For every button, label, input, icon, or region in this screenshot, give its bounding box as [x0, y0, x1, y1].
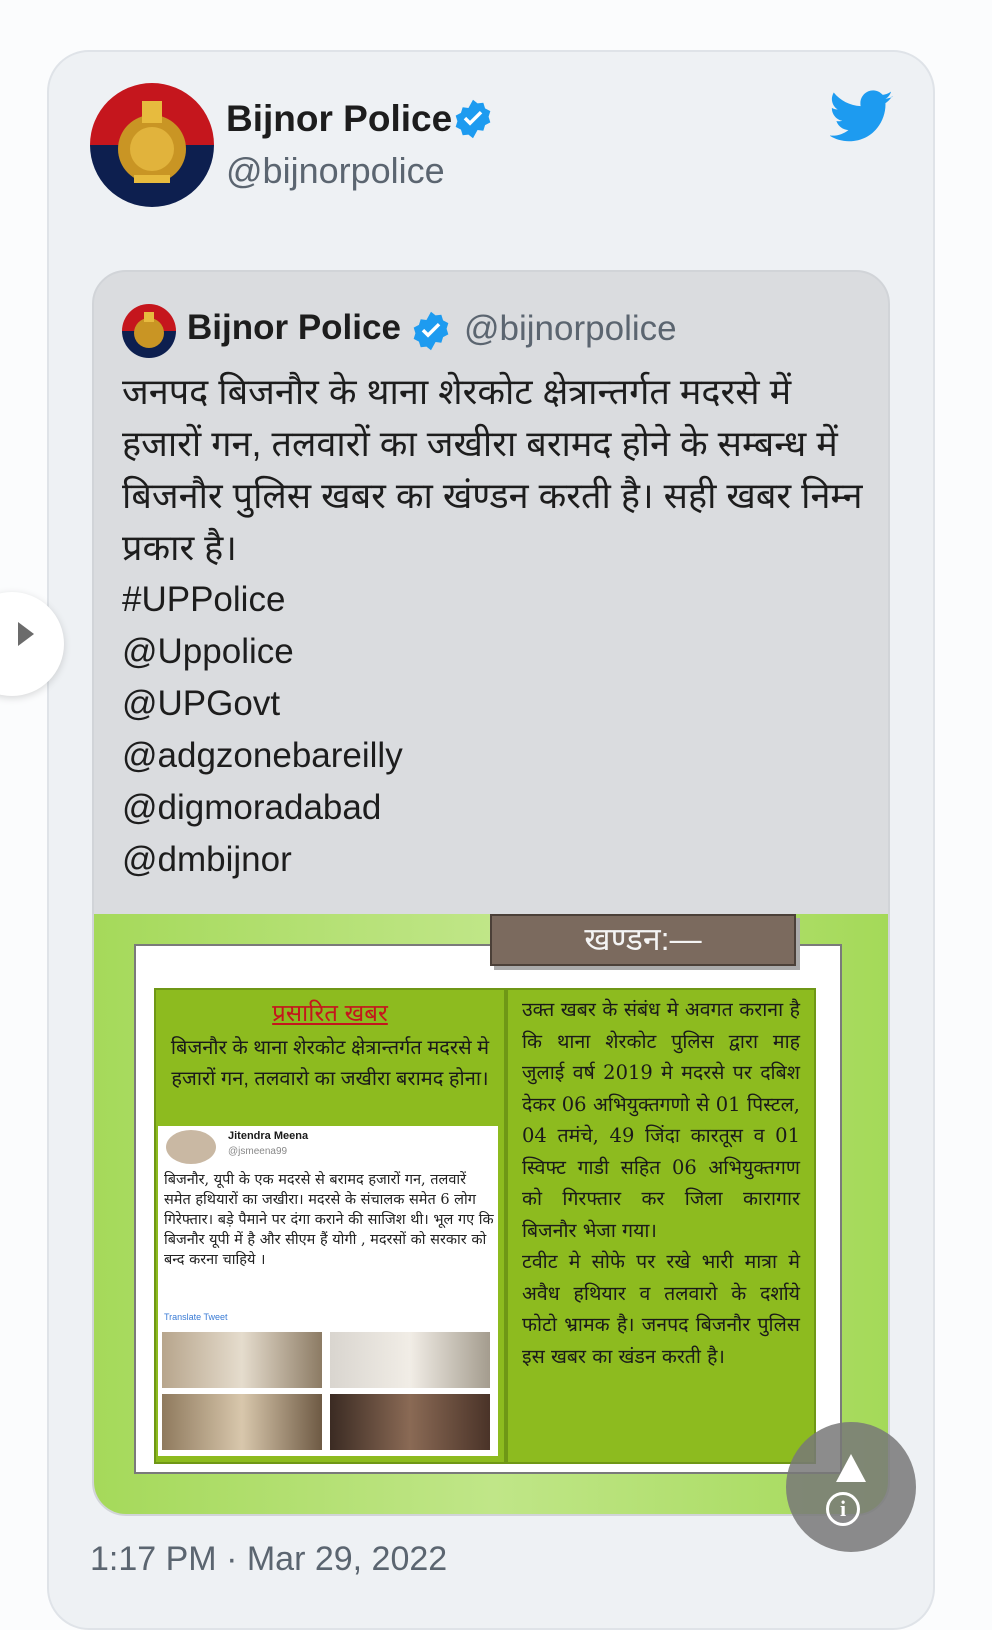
tag-link[interactable]: #UPPolice	[122, 574, 403, 626]
screenshot-text: बिजनौर, यूपी के एक मदरसे से बरामद हजारों…	[164, 1172, 494, 1268]
tag-link[interactable]: @Uppolice	[122, 626, 403, 678]
tag-link[interactable]: @UPGovt	[122, 678, 403, 730]
scroll-up-icon[interactable]	[836, 1454, 866, 1482]
quoted-tags: #UPPolice @Uppolice @UPGovt @adgzonebare…	[122, 574, 403, 886]
verified-badge-icon	[413, 311, 449, 351]
translate-link: Translate Tweet	[164, 1312, 228, 1322]
attached-image[interactable]: खण्डन:— प्रसारित खबर बिजनौर के थाना शेरक…	[94, 914, 888, 1514]
clarification-text-1: उक्त खबर के संबंध मे अवगत कराना है कि था…	[522, 998, 800, 1242]
author-name[interactable]: Bijnor Police	[226, 98, 452, 140]
author-handle[interactable]: @bijnorpolice	[226, 150, 445, 192]
tag-link[interactable]: @adgzonebareilly	[122, 730, 403, 782]
tag-link[interactable]: @digmoradabad	[122, 782, 403, 834]
broadcast-title: प्रसारित खबर	[272, 1000, 388, 1027]
photo-thumbnail	[162, 1332, 322, 1388]
floating-action-button[interactable]: i	[786, 1422, 916, 1552]
twitter-bird-icon[interactable]	[830, 90, 894, 144]
author-avatar[interactable]	[90, 83, 214, 207]
tweet-timestamp[interactable]: 1:17 PM · Mar 29, 2022	[90, 1540, 447, 1579]
info-icon[interactable]: i	[826, 1492, 860, 1526]
quoted-tweet[interactable]: Bijnor Police @bijnorpolice जनपद बिजनौर …	[92, 270, 890, 1516]
photo-thumbnail	[330, 1394, 490, 1450]
play-arrow-icon	[18, 622, 34, 646]
tweet-screenshot: Jitendra Meena @jsmeena99 बिजनौर, यूपी क…	[158, 1126, 498, 1456]
quoted-author-name: Bijnor Police	[187, 308, 401, 347]
verified-badge-icon	[455, 99, 491, 139]
broadcast-headline: बिजनौर के थाना शेरकोट क्षेत्रान्तर्गत मद…	[170, 1037, 490, 1090]
tag-link[interactable]: @dmbijnor	[122, 834, 403, 886]
clarification-panel: उक्त खबर के संबंध मे अवगत कराना है कि था…	[506, 988, 816, 1464]
quoted-text: जनपद बिजनौर के थाना शेरकोट क्षेत्रान्तर्…	[122, 371, 863, 568]
quoted-author-handle: @bijnorpolice	[464, 309, 677, 348]
clarification-text-2: टवीट मे सोफे पर रखे भारी मात्रा मे अवैध …	[522, 1250, 800, 1368]
khandan-title: खण्डन:—	[490, 914, 796, 966]
photo-thumbnail	[162, 1394, 322, 1450]
quoted-author-avatar	[122, 304, 176, 358]
screenshot-author-handle: @jsmeena99	[228, 1146, 288, 1157]
screenshot-author-name: Jitendra Meena	[228, 1130, 309, 1142]
broadcast-news-panel: प्रसारित खबर बिजनौर के थाना शेरकोट क्षेत…	[154, 988, 506, 1464]
photo-thumbnail	[330, 1332, 490, 1388]
avatar	[166, 1130, 216, 1164]
